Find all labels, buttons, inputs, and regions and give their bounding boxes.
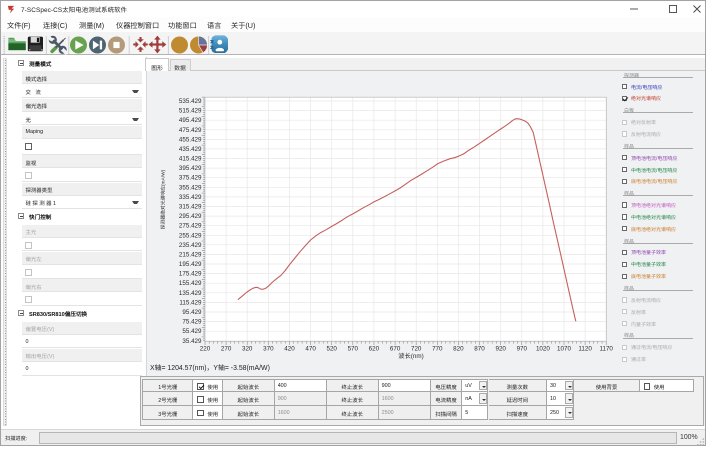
svg-text:820: 820 (453, 345, 464, 352)
svg-text:1070: 1070 (557, 345, 571, 352)
svg-text:135.429: 135.429 (179, 290, 202, 297)
svg-text:475.429: 475.429 (179, 127, 202, 134)
svg-text:95.429: 95.429 (182, 309, 202, 316)
svg-text:探测器绝对光谱响应(mA/W): 探测器绝对光谱响应(mA/W) (160, 169, 167, 229)
svg-text:770: 770 (432, 345, 443, 352)
svg-text:535.429: 535.429 (179, 98, 202, 105)
svg-text:670: 670 (390, 345, 401, 352)
svg-text:520: 520 (326, 345, 337, 352)
svg-text:970: 970 (517, 345, 528, 352)
svg-text:195.429: 195.429 (179, 261, 202, 268)
svg-text:370: 370 (263, 345, 274, 352)
svg-text:220: 220 (200, 345, 211, 352)
svg-text:355.429: 355.429 (179, 184, 202, 191)
svg-text:275.429: 275.429 (179, 223, 202, 230)
svg-text:1120: 1120 (578, 345, 592, 352)
svg-text:455.429: 455.429 (179, 136, 202, 143)
svg-text:295.429: 295.429 (179, 213, 202, 220)
svg-text:315.429: 315.429 (179, 204, 202, 211)
svg-text:35.429: 35.429 (182, 338, 202, 345)
svg-text:395.429: 395.429 (179, 165, 202, 172)
svg-text:175.429: 175.429 (179, 271, 202, 278)
svg-text:55.429: 55.429 (182, 328, 202, 335)
svg-text:920: 920 (495, 345, 506, 352)
svg-text:320: 320 (242, 345, 253, 352)
svg-text:375.429: 375.429 (179, 175, 202, 182)
svg-text:470: 470 (305, 345, 316, 352)
svg-text:335.429: 335.429 (179, 194, 202, 201)
svg-text:235.429: 235.429 (179, 242, 202, 249)
svg-text:255.429: 255.429 (179, 232, 202, 239)
svg-text:1170: 1170 (599, 345, 613, 352)
svg-text:115.429: 115.429 (179, 299, 202, 306)
svg-text:1020: 1020 (536, 345, 550, 352)
svg-text:720: 720 (411, 345, 422, 352)
svg-text:570: 570 (348, 345, 359, 352)
svg-text:415.429: 415.429 (179, 156, 202, 163)
svg-text:495.429: 495.429 (179, 117, 202, 124)
svg-text:270: 270 (221, 345, 232, 352)
svg-text:435.429: 435.429 (179, 146, 202, 153)
svg-text:215.429: 215.429 (179, 251, 202, 258)
svg-text:515.429: 515.429 (179, 108, 202, 115)
svg-text:620: 620 (369, 345, 380, 352)
svg-text:155.429: 155.429 (179, 280, 202, 287)
svg-text:波长(nm): 波长(nm) (398, 352, 424, 360)
svg-text:870: 870 (474, 345, 485, 352)
svg-text:75.429: 75.429 (182, 319, 202, 326)
svg-text:420: 420 (284, 345, 295, 352)
